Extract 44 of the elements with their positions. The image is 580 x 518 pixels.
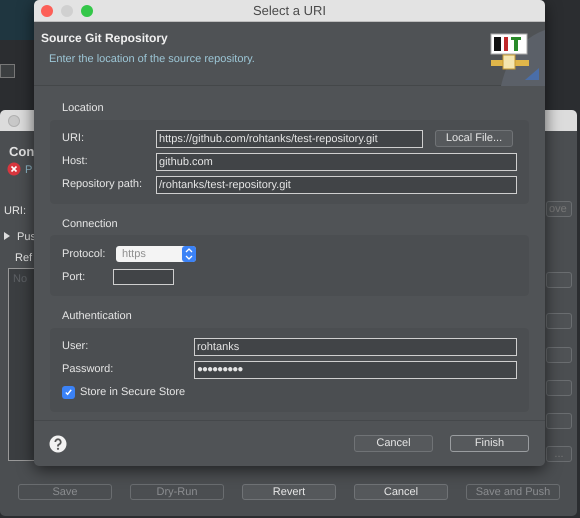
window-title: Con [9,143,34,161]
field-label: URI: [62,131,85,146]
page-description: Enter the location of the source repository. [49,52,255,67]
side-button[interactable] [546,413,572,429]
zoom-button[interactable] [81,4,93,16]
side-button[interactable] [546,272,572,288]
section-title: Location [61,101,105,116]
dialog-button[interactable]: Finish [450,435,529,452]
field-label: Protocol: [62,246,106,262]
error-icon [7,162,21,176]
text-field[interactable] [0,64,15,78]
port-field[interactable] [113,269,174,285]
window-title: Select a URI [253,2,326,20]
dialog-button[interactable]: Revert [242,484,336,500]
text-field[interactable]: https://github.com/rohtanks/test-repository.git [156,130,423,148]
side-button[interactable] [546,347,572,363]
text-field[interactable]: rohtanks [194,338,517,356]
field-label: Port: [62,270,86,285]
local-file-button[interactable]: Local File... [435,130,513,147]
window-control[interactable] [8,114,20,126]
text-field[interactable]: /rohtanks/test-repository.git [156,176,517,194]
field-label: Ref [15,251,32,266]
stepper-icon [182,246,196,262]
checkbox[interactable] [62,386,75,399]
field-label: Password: [62,362,114,378]
side-button[interactable] [546,313,572,329]
page-title: Source Git Repository [41,30,168,47]
checkbox-label: Store in Secure Store [80,385,186,400]
help-icon [49,434,67,452]
text-field[interactable]: github.com [156,152,517,170]
check-icon [64,388,73,397]
side-button[interactable] [546,380,572,396]
dialog-button[interactable]: Cancel [354,484,448,500]
uri-label: URI: [4,204,26,219]
dialog-button[interactable]: Cancel [354,435,433,452]
close-button[interactable] [41,4,53,16]
field-label: User: [62,339,90,354]
section-title: Authentication [61,309,133,324]
password-field[interactable]: ●●●●●●●●● [194,360,517,378]
field-label: Host: [62,154,89,170]
section-title: Connection [61,216,119,232]
status-message: P [25,163,32,178]
field-label: Repository path: [62,177,144,192]
expand-arrow-icon [4,232,10,240]
